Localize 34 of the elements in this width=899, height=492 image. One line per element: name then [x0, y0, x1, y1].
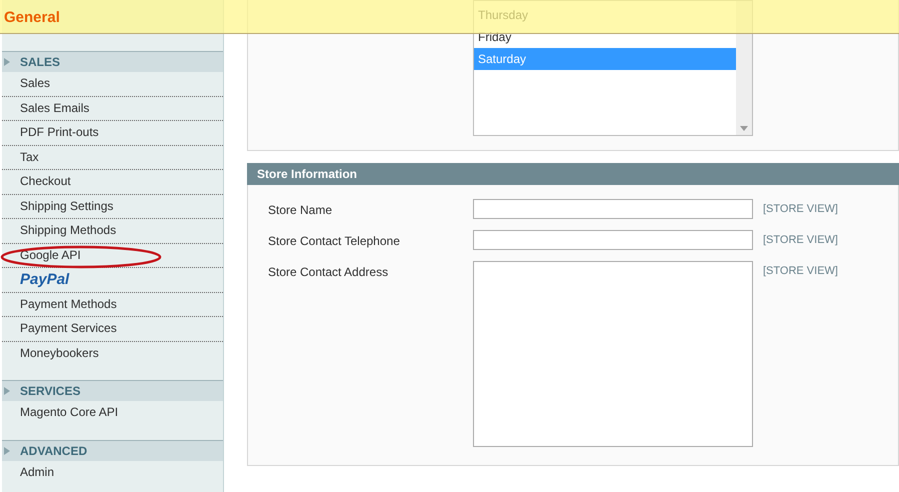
section-heading: Store Information — [247, 163, 899, 185]
field-label: Store Contact Telephone — [268, 233, 401, 250]
sidebar-link[interactable]: Sales — [2, 72, 223, 96]
section-title: SALES — [20, 54, 60, 71]
sidebar-link[interactable]: Sales Emails — [2, 96, 223, 121]
scope-label: [STORE VIEW] — [763, 264, 838, 279]
scroll-down-icon[interactable] — [740, 126, 748, 131]
input-field[interactable] — [473, 199, 753, 219]
input-field[interactable] — [473, 230, 753, 250]
sidebar-link[interactable]: Admin — [2, 460, 223, 485]
sidebar-link[interactable]: Moneybookers — [2, 342, 223, 366]
sidebar-link[interactable]: Checkout — [2, 170, 223, 194]
expand-arrow-icon — [4, 446, 10, 454]
sidebar-link[interactable]: Payment Services — [2, 317, 223, 342]
section-title: ADVANCED — [20, 442, 88, 460]
scope-label: [STORE VIEW] — [763, 233, 838, 248]
sidebar-link[interactable]: Google API — [2, 244, 223, 268]
sidebar-link[interactable]: Tax — [2, 146, 223, 170]
scope-label: [STORE VIEW] — [763, 202, 838, 217]
section-header[interactable]: SERVICES — [2, 380, 223, 401]
section-header[interactable]: ADVANCED — [2, 440, 223, 460]
sidebar-link[interactable]: Shipping Settings — [2, 194, 223, 219]
banner-title: General — [4, 8, 60, 28]
field-label: Store Name — [268, 202, 334, 219]
expand-arrow-icon — [4, 58, 10, 66]
section-header[interactable]: SALES — [2, 51, 223, 72]
sidebar-link[interactable]: Payment Methods — [2, 292, 223, 317]
expand-arrow-icon — [4, 387, 10, 395]
sidebar-link[interactable]: PDF Print-outs — [2, 121, 223, 146]
paypal-logo[interactable]: PayPal — [2, 268, 223, 292]
section-title: SERVICES — [20, 383, 80, 400]
field-label: Store Contact Address — [268, 264, 390, 281]
sidebar-link[interactable]: Magento Core API — [2, 401, 223, 426]
sidebar-link[interactable]: Shipping Methods — [2, 219, 223, 244]
